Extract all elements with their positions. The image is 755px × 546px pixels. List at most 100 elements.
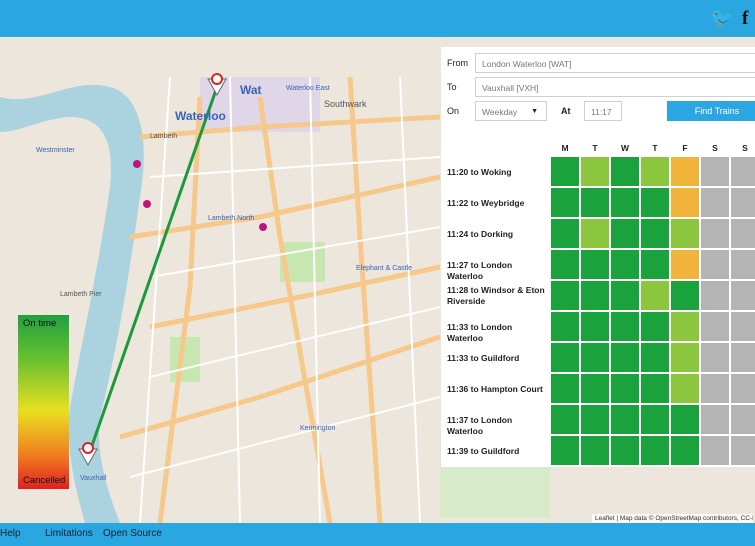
status-cell	[551, 157, 579, 186]
status-cell	[671, 188, 699, 217]
to-row: To Vauxhall [VXH]	[441, 77, 755, 99]
status-cell	[641, 436, 669, 465]
map-label-lambeth: Lambeth	[150, 133, 178, 140]
facebook-icon[interactable]: f	[742, 9, 748, 28]
status-cell	[671, 374, 699, 403]
status-cell	[701, 157, 729, 186]
map-label-waterloo-east: Waterloo East	[286, 85, 330, 92]
train-row[interactable]: 11:33 to Guildford	[441, 343, 755, 374]
day-header-6: S	[742, 143, 748, 153]
map-label-elephant: Elephant & Castle	[356, 265, 413, 272]
poi-icon	[143, 200, 151, 208]
status-cell	[731, 219, 755, 248]
status-cell	[701, 312, 729, 341]
status-cell	[641, 157, 669, 186]
status-cell	[611, 374, 639, 403]
train-row[interactable]: 11:36 to Hampton Court	[441, 374, 755, 405]
status-cell	[671, 157, 699, 186]
help-link[interactable]: Help	[0, 528, 21, 539]
status-cell	[551, 436, 579, 465]
from-input[interactable]: London Waterloo [WAT]	[475, 53, 755, 73]
legend-cancelled: Cancelled	[23, 475, 66, 486]
find-trains-button[interactable]: Find Trains	[667, 101, 755, 121]
status-cell	[731, 281, 755, 310]
status-cell	[671, 405, 699, 434]
train-label: 11:28 to Windsor & Eton Riverside	[447, 285, 545, 306]
day-select-value: Weekday	[482, 107, 518, 117]
at-label: At	[561, 106, 571, 116]
map-label-vauxhall: Vauxhall	[80, 475, 107, 482]
status-cell	[551, 374, 579, 403]
train-row[interactable]: 11:20 to Woking	[441, 157, 755, 188]
to-input[interactable]: Vauxhall [VXH]	[475, 77, 755, 97]
from-row: From London Waterloo [WAT]	[441, 53, 755, 75]
status-cell	[731, 405, 755, 434]
time-input[interactable]: 11:17	[584, 101, 622, 121]
train-row[interactable]: 11:28 to Windsor & Eton Riverside	[441, 281, 755, 312]
status-cell	[581, 219, 609, 248]
status-cell	[581, 250, 609, 279]
poi-icon	[133, 160, 141, 168]
status-cell	[611, 281, 639, 310]
status-cell	[731, 157, 755, 186]
train-label: 11:33 to Guildford	[447, 353, 520, 363]
day-header-3: T	[652, 143, 658, 153]
status-cell	[551, 405, 579, 434]
on-label: On	[447, 106, 460, 116]
status-cell	[581, 188, 609, 217]
train-row[interactable]: 11:24 to Dorking	[441, 219, 755, 250]
status-cell	[731, 436, 755, 465]
status-cell	[671, 436, 699, 465]
status-cell	[551, 188, 579, 217]
day-select[interactable]: Weekday ▼	[475, 101, 547, 121]
status-cell	[581, 405, 609, 434]
status-cell	[611, 405, 639, 434]
status-cell	[701, 405, 729, 434]
map-label-waterloo: Waterloo	[175, 109, 226, 123]
status-cell	[701, 374, 729, 403]
status-cell	[671, 250, 699, 279]
train-row[interactable]: 11:27 to London Waterloo	[441, 250, 755, 281]
status-cell	[671, 343, 699, 372]
train-row[interactable]: 11:37 to London Waterloo	[441, 405, 755, 436]
from-label: From	[447, 58, 468, 68]
status-cell	[641, 281, 669, 310]
status-cell	[581, 374, 609, 403]
limitations-link[interactable]: Limitations	[45, 528, 93, 539]
status-cell	[731, 312, 755, 341]
status-cell	[641, 374, 669, 403]
status-cell	[551, 250, 579, 279]
journey-panel: From London Waterloo [WAT] To Vauxhall […	[441, 47, 755, 467]
status-cell	[581, 281, 609, 310]
train-row[interactable]: 11:39 to Guildford	[441, 436, 755, 467]
day-header: MTWTFSS	[441, 143, 755, 155]
status-cell	[611, 343, 639, 372]
status-cell	[671, 312, 699, 341]
status-cell	[701, 436, 729, 465]
open-source-link[interactable]: Open Source	[103, 528, 162, 539]
train-label: 11:39 to Guildford	[447, 446, 520, 456]
footer: Help Limitations Open Source	[0, 523, 755, 546]
status-cell	[611, 250, 639, 279]
train-label: 11:37 to London Waterloo	[447, 415, 513, 436]
map-label-wat: Wat	[240, 83, 262, 97]
train-row[interactable]: 11:22 to Weybridge	[441, 188, 755, 219]
status-cell	[731, 188, 755, 217]
map-label-kennington: Kennington	[300, 425, 336, 432]
status-cell	[551, 219, 579, 248]
status-cell	[551, 312, 579, 341]
map-attribution[interactable]: Leaflet | Map data © OpenStreetMap contr…	[592, 514, 753, 523]
train-row[interactable]: 11:33 to London Waterloo	[441, 312, 755, 343]
status-cell	[641, 405, 669, 434]
twitter-icon[interactable]: 🐦	[710, 9, 734, 28]
status-cell	[641, 343, 669, 372]
status-cell	[701, 188, 729, 217]
status-cell	[641, 188, 669, 217]
status-cell	[671, 281, 699, 310]
train-label: 11:20 to Woking	[447, 167, 512, 177]
status-cell	[671, 219, 699, 248]
top-bar: 🐦 f	[0, 0, 755, 37]
status-cell	[551, 281, 579, 310]
to-label: To	[447, 82, 457, 92]
status-cell	[611, 312, 639, 341]
